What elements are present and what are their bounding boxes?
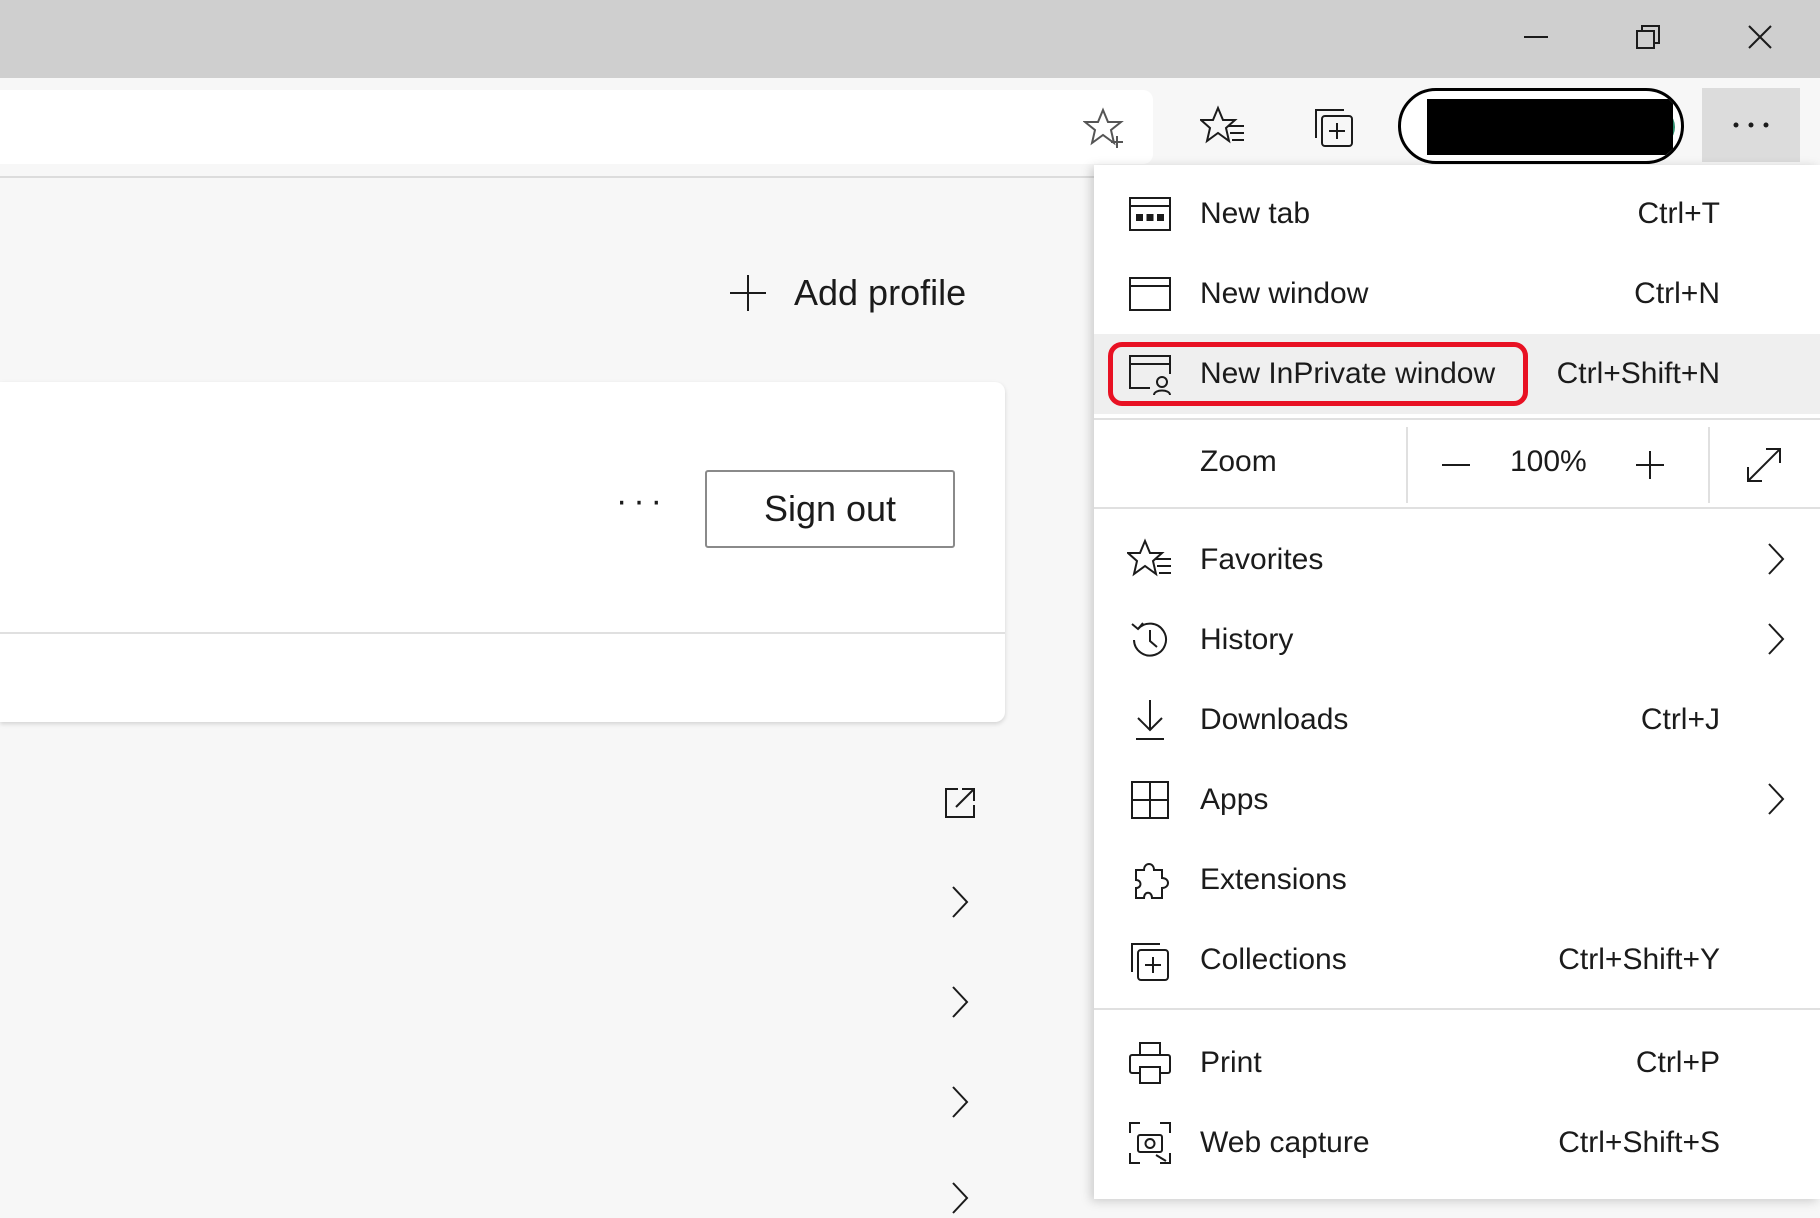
title-bar <box>0 0 1820 78</box>
chevron-right-icon <box>952 886 969 918</box>
print-icon <box>1126 1039 1174 1087</box>
profile-more-button[interactable]: ··· <box>616 482 668 521</box>
menu-item-new-window[interactable]: New window Ctrl+N <box>1094 254 1820 334</box>
card-divider <box>0 632 1005 634</box>
zoom-out-button[interactable] <box>1426 435 1486 495</box>
menu-item-downloads[interactable]: Downloads Ctrl+J <box>1094 680 1820 760</box>
menu-item-shortcut: Ctrl+J <box>1640 703 1720 736</box>
address-bar[interactable] <box>0 90 1153 164</box>
row-chevron-1[interactable] <box>940 882 980 922</box>
menu-item-shortcut: Ctrl+P <box>1635 1046 1720 1079</box>
restore-icon <box>1636 25 1660 49</box>
new-tab-icon <box>1126 190 1174 238</box>
menu-item-print[interactable]: Print Ctrl+P <box>1094 1023 1820 1103</box>
minus-icon <box>1442 464 1470 466</box>
zoom-value: 100% <box>1510 445 1587 478</box>
add-profile-button[interactable]: Add profile <box>728 272 966 314</box>
restore-button[interactable] <box>1593 8 1703 66</box>
extensions-icon <box>1126 856 1174 904</box>
settings-and-more-button[interactable] <box>1702 88 1800 162</box>
menu-item-label: Favorites <box>1200 543 1324 576</box>
menu-item-new-inprivate-window[interactable]: New InPrivate window Ctrl+Shift+N <box>1094 334 1820 414</box>
browser-toolbar <box>0 78 1820 178</box>
menu-item-history[interactable]: History <box>1094 600 1820 680</box>
favorites-icon <box>1200 105 1244 144</box>
menu-item-apps[interactable]: Apps <box>1094 760 1820 840</box>
zoom-divider <box>1708 427 1710 503</box>
collections-button[interactable] <box>1304 96 1366 158</box>
favorites-button[interactable] <box>1192 96 1254 158</box>
menu-item-label: Web capture <box>1200 1126 1370 1159</box>
collections-icon <box>1126 936 1174 984</box>
menu-item-shortcut: Ctrl+Shift+Y <box>1558 943 1720 976</box>
row-chevron-2[interactable] <box>940 982 980 1022</box>
close-button[interactable] <box>1705 8 1815 66</box>
menu-item-label: New window <box>1200 277 1369 310</box>
sign-out-button[interactable]: Sign out <box>705 470 955 548</box>
history-icon <box>1126 616 1174 664</box>
menu-item-new-tab[interactable]: New tab Ctrl+T <box>1094 174 1820 254</box>
menu-separator <box>1094 418 1820 420</box>
apps-icon <box>1126 776 1174 824</box>
menu-item-web-capture[interactable]: Web capture Ctrl+Shift+S <box>1094 1103 1820 1183</box>
menu-item-collections[interactable]: Collections Ctrl+Shift+Y <box>1094 920 1820 1000</box>
add-profile-label: Add profile <box>794 272 967 313</box>
menu-separator <box>1094 1008 1820 1010</box>
zoom-divider <box>1406 427 1408 503</box>
fullscreen-icon <box>1747 448 1781 482</box>
menu-item-label: New tab <box>1200 197 1311 230</box>
profile-button[interactable] <box>1398 88 1684 164</box>
open-external-link[interactable] <box>940 783 980 823</box>
menu-item-shortcut: Ctrl+N <box>1634 277 1720 310</box>
download-icon <box>1126 696 1174 744</box>
row-chevron-3[interactable] <box>940 1082 980 1122</box>
fullscreen-button[interactable] <box>1734 435 1794 495</box>
more-icon <box>1733 122 1769 128</box>
plus-icon <box>730 275 766 311</box>
zoom-in-button[interactable] <box>1620 435 1680 495</box>
menu-item-favorites[interactable]: Favorites <box>1094 520 1820 600</box>
plus-icon <box>1636 451 1664 479</box>
add-favorite-button[interactable] <box>1083 106 1127 150</box>
menu-item-shortcut: Ctrl+Shift+S <box>1558 1126 1720 1159</box>
chevron-right-icon <box>1768 543 1785 575</box>
menu-item-label: New InPrivate window <box>1200 357 1496 390</box>
menu-item-extensions[interactable]: Extensions <box>1094 840 1820 920</box>
menu-item-shortcut: Ctrl+T <box>1637 197 1721 230</box>
minimize-icon <box>1524 36 1548 38</box>
web-capture-icon <box>1126 1119 1174 1167</box>
menu-item-label: Print <box>1200 1046 1262 1079</box>
menu-item-shortcut: Ctrl+Shift+N <box>1556 357 1720 390</box>
minimize-button[interactable] <box>1481 8 1591 66</box>
redacted-profile-name <box>1427 99 1673 155</box>
menu-item-label: Apps <box>1200 783 1269 816</box>
chevron-right-icon <box>1768 783 1785 815</box>
profile-card: ··· Sign out <box>0 382 1005 722</box>
chevron-right-icon <box>952 1182 969 1214</box>
star-add-icon <box>1083 107 1124 148</box>
external-link-icon <box>945 788 975 818</box>
menu-item-label: Downloads <box>1200 703 1349 736</box>
new-window-icon <box>1126 270 1174 318</box>
zoom-label: Zoom <box>1200 445 1277 478</box>
menu-item-label: Collections <box>1200 943 1347 976</box>
menu-separator <box>1094 507 1820 509</box>
chevron-right-icon <box>952 986 969 1018</box>
settings-menu: New tab Ctrl+T New window Ctrl+N New InP… <box>1094 165 1820 1199</box>
row-chevron-4[interactable] <box>940 1178 980 1218</box>
collections-icon <box>1315 109 1353 147</box>
menu-item-label: Extensions <box>1200 863 1347 896</box>
inprivate-icon <box>1126 350 1174 398</box>
chevron-right-icon <box>1768 623 1785 655</box>
close-icon <box>1748 25 1772 49</box>
favorites-icon <box>1126 536 1174 584</box>
menu-item-label: History <box>1200 623 1294 656</box>
chevron-right-icon <box>952 1086 969 1118</box>
zoom-row: Zoom 100% <box>1094 421 1820 509</box>
